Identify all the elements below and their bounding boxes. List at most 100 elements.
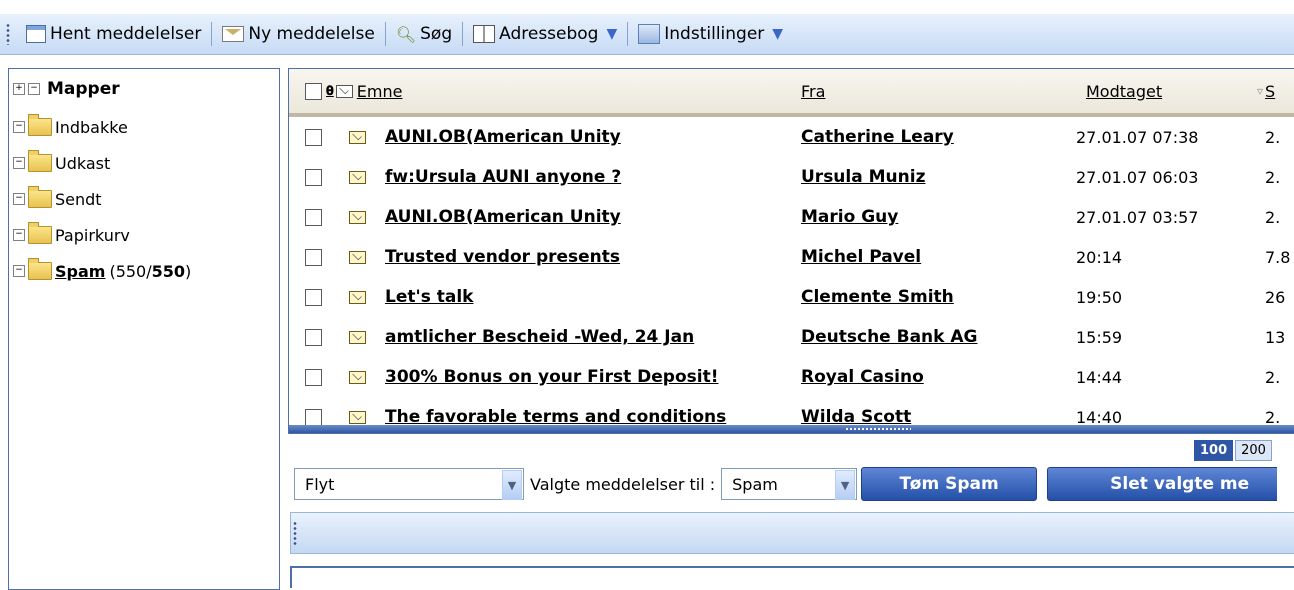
envelope-icon	[349, 157, 366, 197]
envelope-icon	[349, 197, 366, 237]
message-received: 19:50	[1076, 287, 1123, 307]
folder-icon	[28, 222, 52, 244]
message-size: 2.	[1265, 207, 1281, 227]
message-from[interactable]: Deutsche Bank AG	[801, 317, 977, 357]
envelope-icon	[349, 237, 366, 277]
message-row[interactable]: Let's talk Clemente Smith 19:50 26	[289, 277, 1294, 317]
addressbook-label: Adressebog	[499, 24, 599, 44]
chevron-down-icon[interactable]: ▼	[502, 470, 522, 500]
message-from[interactable]: Michel Pavel	[801, 237, 921, 277]
message-from[interactable]: Ursula Muniz	[801, 157, 925, 197]
message-received: 14:44	[1076, 367, 1123, 387]
folder-label: Indbakke	[55, 117, 128, 137]
row-checkbox[interactable]	[305, 117, 322, 157]
message-row[interactable]: fw:Ursula AUNI anyone ? Ursula Muniz 27.…	[289, 157, 1294, 197]
collapse-icon[interactable]: −	[13, 193, 25, 205]
settings-button[interactable]: Indstillinger ▼	[634, 24, 787, 44]
message-row[interactable]: AUNI.OB(American Unity Catherine Leary 2…	[289, 117, 1294, 157]
toolbar-separator	[211, 22, 213, 46]
row-checkbox[interactable]	[305, 237, 322, 277]
spam-count-total: 550	[151, 261, 186, 281]
expand-all-icon[interactable]: +	[13, 83, 25, 95]
message-received: 27.01.07 06:03	[1076, 167, 1199, 187]
column-size-group[interactable]: ▿ S	[1257, 69, 1275, 113]
collapse-icon[interactable]: −	[13, 265, 25, 277]
folder-item-udkast[interactable]: − Udkast	[9, 145, 279, 181]
row-checkbox[interactable]	[305, 157, 322, 197]
message-row[interactable]: Trusted vendor presents Michel Pavel 20:…	[289, 237, 1294, 277]
select-all-checkbox[interactable]	[305, 82, 322, 100]
new-message-label: Ny meddelelse	[248, 24, 375, 44]
collapse-icon[interactable]: −	[13, 157, 25, 169]
new-message-button[interactable]: Ny meddelelse	[218, 24, 378, 44]
search-label: Søg	[420, 24, 453, 44]
row-checkbox[interactable]	[305, 277, 322, 317]
chevron-down-icon[interactable]: ▼	[772, 26, 783, 42]
chevron-down-icon[interactable]: ▼	[606, 26, 617, 42]
collapse-all-icon[interactable]: −	[28, 83, 40, 95]
move-select[interactable]: Flyt ▼	[294, 468, 524, 500]
page-size-selector: 100 200	[1194, 440, 1272, 461]
folder-label: Papirkurv	[55, 225, 130, 245]
splitter-grip[interactable]	[845, 427, 911, 431]
row-checkbox[interactable]	[305, 357, 322, 397]
collapse-icon[interactable]: −	[13, 121, 25, 133]
message-size: 2.	[1265, 127, 1281, 147]
folder-item-spam[interactable]: − Spam (550/550)	[9, 253, 279, 289]
cut-off-top-strip	[0, 0, 1294, 14]
target-folder-select[interactable]: Spam ▼	[721, 468, 858, 500]
fetch-messages-button[interactable]: Hent meddelelser	[22, 24, 205, 44]
settings-icon	[638, 24, 661, 44]
column-subject[interactable]: Emne	[357, 82, 403, 101]
addressbook-button[interactable]: Adressebog ▼	[469, 24, 621, 44]
folder-item-indbakke[interactable]: − Indbakke	[9, 109, 279, 145]
folder-item-sendt[interactable]: − Sendt	[9, 181, 279, 217]
column-received[interactable]: Modtaget	[1086, 69, 1162, 113]
envelope-icon	[349, 357, 366, 397]
empty-spam-button[interactable]: Tøm Spam	[861, 467, 1038, 501]
search-button[interactable]: 🔍︎ Søg	[392, 24, 456, 44]
toolbar-separator	[462, 22, 464, 46]
message-list-panel: 𝛉 Emne Fra Modtaget ▿ S AUNI.OB(American …	[288, 68, 1294, 434]
bottom-toolbar	[290, 512, 1294, 554]
toolbar-grip[interactable]	[293, 521, 297, 545]
page-size-200[interactable]: 200	[1235, 440, 1272, 461]
message-subject[interactable]: fw:Ursula AUNI anyone ?	[385, 157, 621, 197]
message-subject[interactable]: AUNI.OB(American Unity	[385, 117, 621, 157]
message-row[interactable]: AUNI.OB(American Unity Mario Guy 27.01.0…	[289, 197, 1294, 237]
column-from[interactable]: Fra	[801, 69, 825, 113]
preview-pane	[290, 566, 1294, 588]
toolbar-grip[interactable]	[6, 23, 10, 45]
message-received: 27.01.07 07:38	[1076, 127, 1199, 147]
move-to-label: Valgte meddelelser til :	[530, 474, 716, 494]
message-size: 7.8	[1265, 247, 1291, 267]
folder-label: Udkast	[55, 153, 111, 173]
message-size: 2.	[1265, 367, 1281, 387]
new-message-icon	[222, 26, 245, 42]
message-row[interactable]: amtlicher Bescheid -Wed, 24 Jan Deutsche…	[289, 317, 1294, 357]
folder-item-papirkurv[interactable]: − Papirkurv	[9, 217, 279, 253]
settings-label: Indstillinger	[664, 24, 765, 44]
delete-selected-button[interactable]: Slet valgte me	[1047, 467, 1278, 501]
message-from[interactable]: Mario Guy	[801, 197, 898, 237]
message-subject[interactable]: AUNI.OB(American Unity	[385, 197, 621, 237]
message-subject[interactable]: 300% Bonus on your First Deposit!	[385, 357, 718, 397]
spam-count-end: )	[185, 261, 192, 281]
toolbar-separator	[627, 22, 629, 46]
message-from[interactable]: Catherine Leary	[801, 117, 954, 157]
row-checkbox[interactable]	[305, 197, 322, 237]
page-size-100[interactable]: 100	[1194, 440, 1234, 461]
message-from[interactable]: Clemente Smith	[801, 277, 954, 317]
collapse-icon[interactable]: −	[13, 229, 25, 241]
pane-splitter[interactable]	[289, 425, 1294, 433]
chevron-down-icon[interactable]: ▼	[835, 470, 856, 500]
message-subject[interactable]: amtlicher Bescheid -Wed, 24 Jan	[385, 317, 694, 357]
message-subject[interactable]: Let's talk	[385, 277, 473, 317]
message-list-header: 𝛉 Emne Fra Modtaget ▿ S	[289, 69, 1294, 117]
fetch-messages-icon	[26, 25, 46, 43]
message-row[interactable]: 300% Bonus on your First Deposit! Royal …	[289, 357, 1294, 397]
message-from[interactable]: Royal Casino	[801, 357, 924, 397]
message-subject[interactable]: Trusted vendor presents	[385, 237, 620, 277]
message-size: 26	[1265, 287, 1286, 307]
row-checkbox[interactable]	[305, 317, 322, 357]
